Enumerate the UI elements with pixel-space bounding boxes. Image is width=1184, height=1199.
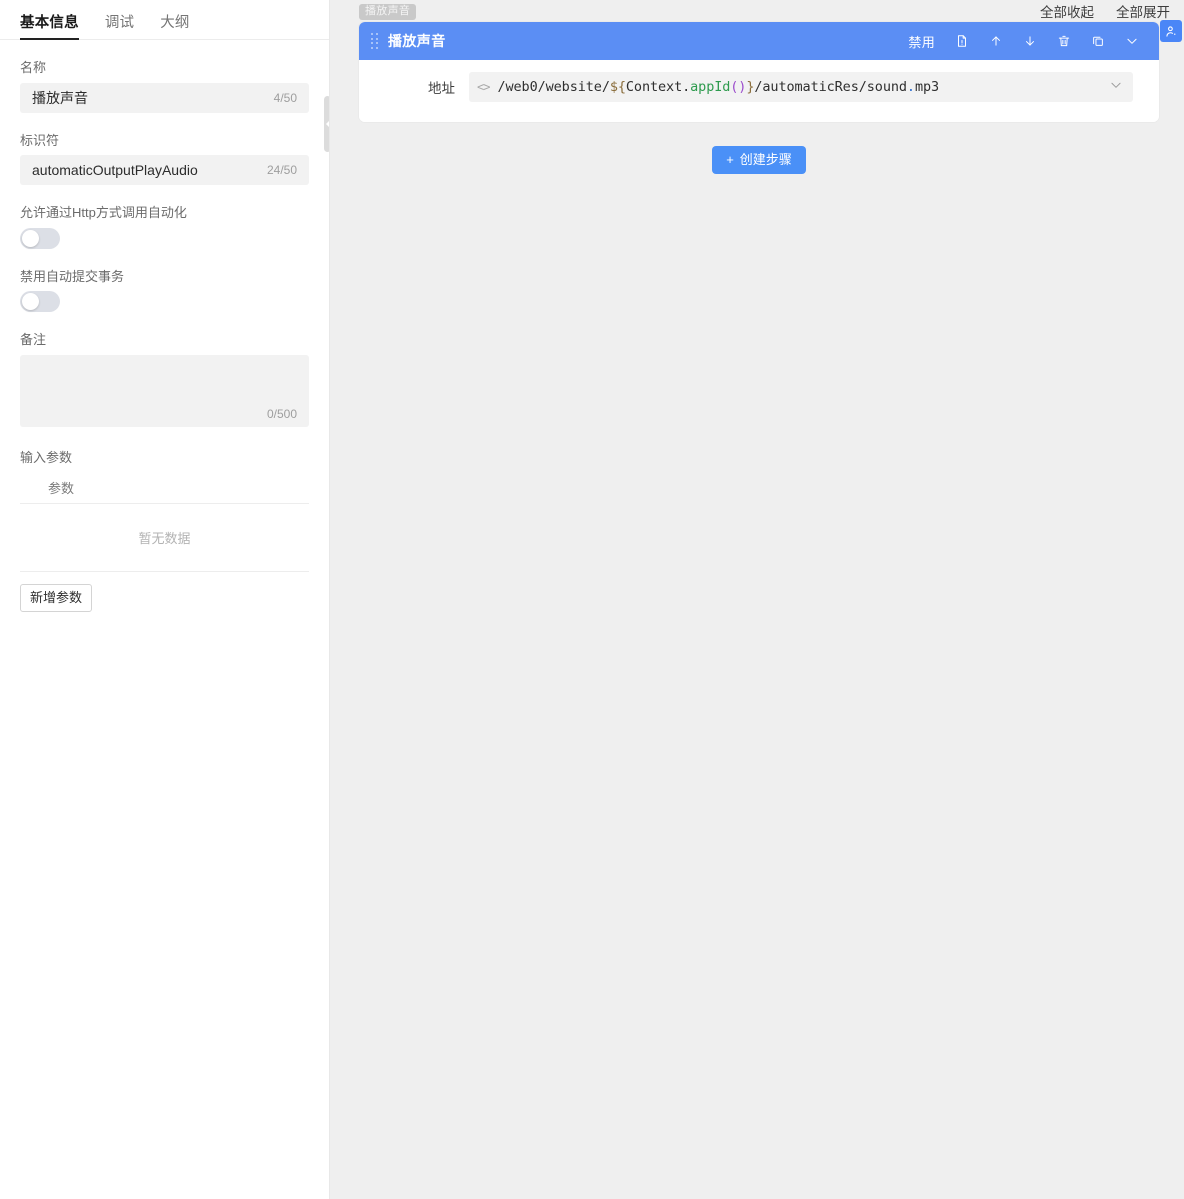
breadcrumb[interactable]: 播放声音 bbox=[359, 4, 417, 20]
step-body: 地址 <> /web0/website/${Context.appId()}/a… bbox=[359, 60, 1159, 122]
delete-icon[interactable] bbox=[1047, 22, 1081, 60]
plus-icon: + bbox=[726, 152, 734, 168]
step-card: 播放声音 禁用 地址 <> /web0/website/${Context.ap… bbox=[359, 22, 1159, 122]
flow-canvas-panel: 全部收起 全部展开 播放声音 播放声音 禁用 地址 <> /web0/websi… bbox=[330, 0, 1184, 1199]
input-params-section: 输入参数 参数 暂无数据 新增参数 bbox=[20, 447, 309, 612]
disable-autocommit-toggle[interactable] bbox=[20, 291, 60, 313]
name-input-value: 播放声音 bbox=[32, 89, 88, 106]
params-table-header: 参数 bbox=[20, 472, 309, 504]
code-icon: <> bbox=[477, 80, 490, 94]
identifier-counter: 24/50 bbox=[266, 163, 297, 178]
move-up-icon[interactable] bbox=[979, 22, 1013, 60]
address-input[interactable]: <> /web0/website/${Context.appId()}/auto… bbox=[469, 72, 1133, 102]
drag-handle-icon[interactable] bbox=[371, 33, 378, 49]
params-column-param: 参数 bbox=[48, 480, 75, 496]
user-icon[interactable] bbox=[1160, 20, 1182, 42]
name-label: 名称 bbox=[20, 60, 47, 75]
add-param-button[interactable]: 新增参数 bbox=[20, 583, 93, 612]
basic-info-form: 名称 播放声音 4/50 标识符 automaticOutputPlayAudi… bbox=[0, 60, 329, 612]
toggle-knob bbox=[22, 293, 39, 311]
identifier-input-value: automaticOutputPlayAudio bbox=[32, 162, 198, 179]
tab-basic-info[interactable]: 基本信息 bbox=[20, 15, 79, 40]
tab-debug[interactable]: 调试 bbox=[105, 15, 134, 40]
address-row: 地址 <> /web0/website/${Context.appId()}/a… bbox=[359, 72, 1133, 102]
address-chevron-down-icon[interactable] bbox=[1109, 78, 1123, 97]
name-input[interactable]: 播放声音 4/50 bbox=[20, 82, 309, 113]
step-action-group: 禁用 bbox=[898, 22, 1149, 60]
identifier-input[interactable]: automaticOutputPlayAudio 24/50 bbox=[20, 155, 309, 186]
remark-counter: 0/500 bbox=[266, 406, 297, 421]
toggle-knob bbox=[22, 229, 39, 247]
create-step-button[interactable]: + 创建步骤 bbox=[712, 146, 806, 174]
detail-tabs: 基本信息 调试 大纲 bbox=[0, 0, 329, 40]
canvas-area: 播放声音 禁用 地址 <> /web0/website/${Context.ap… bbox=[330, 22, 1184, 1199]
move-down-icon[interactable] bbox=[1013, 22, 1047, 60]
disable-autocommit-label: 禁用自动提交事务 bbox=[20, 268, 125, 284]
http-invoke-label: 允许通过Http方式调用自动化 bbox=[20, 205, 187, 221]
identifier-label: 标识符 bbox=[20, 132, 60, 148]
name-counter: 4/50 bbox=[273, 90, 297, 105]
address-input-value: /web0/website/${Context.appId()}/automat… bbox=[497, 79, 940, 95]
disable-step-button[interactable]: 禁用 bbox=[898, 22, 945, 60]
create-step-label: 创建步骤 bbox=[739, 152, 792, 167]
params-empty-state: 暂无数据 bbox=[20, 504, 309, 572]
step-title: 播放声音 bbox=[388, 33, 446, 49]
input-params-title: 输入参数 bbox=[20, 449, 73, 465]
app-root: 基本信息 调试 大纲 名称 播放声音 4/50 标识符 automaticOut… bbox=[0, 0, 1184, 1199]
http-invoke-toggle[interactable] bbox=[20, 227, 60, 249]
expand-all-button[interactable]: 全部展开 bbox=[1116, 6, 1170, 20]
step-header[interactable]: 播放声音 禁用 bbox=[359, 22, 1159, 60]
left-detail-panel: 基本信息 调试 大纲 名称 播放声音 4/50 标识符 automaticOut… bbox=[0, 0, 330, 1199]
remark-label: 备注 bbox=[20, 332, 47, 348]
remark-textarea[interactable]: 0/500 bbox=[20, 354, 309, 427]
create-step-wrapper: + 创建步骤 bbox=[359, 146, 1159, 174]
chevron-down-icon[interactable] bbox=[1115, 22, 1149, 60]
collapse-all-button[interactable]: 全部收起 bbox=[1040, 6, 1094, 20]
tab-outline[interactable]: 大纲 bbox=[160, 15, 189, 40]
copy-icon[interactable] bbox=[1081, 22, 1115, 60]
address-label: 地址 bbox=[428, 81, 455, 96]
note-icon[interactable] bbox=[945, 22, 979, 60]
params-table: 参数 暂无数据 bbox=[20, 472, 309, 572]
